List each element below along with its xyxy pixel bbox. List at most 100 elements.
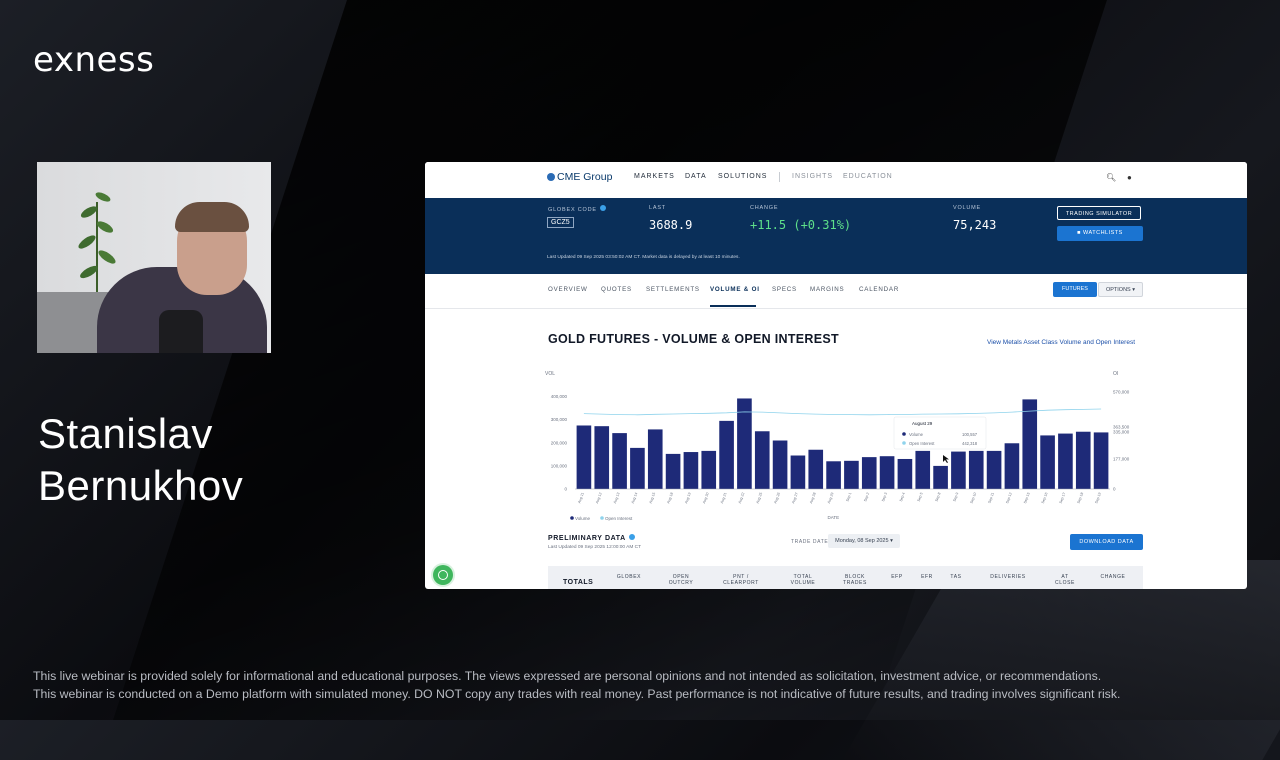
x-tick-label: Sep 10 bbox=[970, 492, 978, 504]
tab-margins[interactable]: MARGINS bbox=[810, 286, 844, 293]
x-tick-label: Sep 8 bbox=[935, 492, 942, 502]
chevron-down-icon: ▾ bbox=[1130, 287, 1136, 293]
microphone-icon bbox=[159, 310, 203, 353]
nav-data[interactable]: DATA bbox=[685, 173, 707, 180]
right-tick-label: 335,000 bbox=[1113, 429, 1130, 434]
tab-quotes[interactable]: QUOTES bbox=[601, 286, 632, 293]
quote-banner: GLOBEX CODE GCZ5 LAST 3688.9 CHANGE +11.… bbox=[425, 198, 1247, 274]
x-tick-label: Sep 1 bbox=[845, 492, 852, 502]
x-axis-title: DATE bbox=[828, 515, 840, 520]
metals-volume-link[interactable]: View Metals Asset Class Volume and Open … bbox=[987, 339, 1135, 346]
volume-bar bbox=[951, 451, 966, 489]
volume-bar bbox=[986, 450, 1002, 489]
volume-label: VOLUME bbox=[953, 205, 982, 211]
volume-bar bbox=[647, 429, 663, 489]
volume-bar bbox=[1040, 435, 1055, 489]
x-tick-label: Sep 16 bbox=[1041, 492, 1049, 504]
volume-bar bbox=[879, 456, 895, 489]
x-tick-label: Aug 19 bbox=[684, 492, 692, 504]
presenter-webcam bbox=[37, 162, 271, 353]
volume-bar bbox=[1022, 399, 1038, 489]
legend-volume-label: Volume bbox=[575, 516, 591, 521]
tab-calendar[interactable]: CALENDAR bbox=[859, 286, 899, 293]
watchlists-button[interactable]: ■ WATCHLISTS bbox=[1057, 226, 1143, 241]
tab-settlements[interactable]: SETTLEMENTS bbox=[646, 286, 700, 293]
col-tas[interactable]: TAS bbox=[949, 574, 963, 580]
change-label: CHANGE bbox=[750, 205, 779, 211]
totals-header: TOTALS GLOBEX OPEN OUTCRY PNT / CLEARPOR… bbox=[548, 566, 1143, 589]
volume-bar bbox=[790, 455, 806, 489]
volume-bar bbox=[808, 449, 824, 489]
col-at-close[interactable]: AT CLOSE bbox=[1052, 574, 1078, 586]
cme-brand-text: CME Group bbox=[557, 171, 613, 183]
volume-bar bbox=[915, 450, 931, 489]
nav-separator bbox=[779, 172, 780, 182]
cme-logo[interactable]: CME Group bbox=[547, 171, 612, 183]
nav-insights[interactable]: INSIGHTS bbox=[792, 173, 833, 180]
volume-bar bbox=[594, 426, 610, 489]
volume-bar bbox=[844, 460, 859, 489]
trading-simulator-button[interactable]: TRADING SIMULATOR bbox=[1057, 206, 1141, 220]
preliminary-data-title: PRELIMINARY DATA bbox=[548, 534, 635, 542]
tooltip-oi-value: 442,318 bbox=[962, 441, 978, 446]
col-efp[interactable]: EFP bbox=[890, 574, 904, 580]
tooltip-volume-dot bbox=[902, 432, 906, 436]
left-axis-title: VOL bbox=[545, 371, 555, 377]
x-tick-label: Aug 12 bbox=[595, 492, 603, 504]
volume-bar bbox=[772, 440, 788, 489]
nav-education[interactable]: EDUCATION bbox=[843, 173, 893, 180]
product-tabs: OVERVIEW QUOTES SETTLEMENTS VOLUME & OI … bbox=[425, 274, 1247, 309]
x-tick-label: Sep 11 bbox=[987, 492, 995, 504]
x-tick-label: Sep 4 bbox=[899, 492, 906, 502]
tooltip-volume-label: Volume bbox=[909, 432, 924, 437]
info-icon[interactable] bbox=[628, 534, 635, 540]
volume-bar bbox=[1075, 431, 1091, 489]
col-deliveries[interactable]: DELIVERIES bbox=[988, 574, 1028, 580]
section-title: GOLD FUTURES - VOLUME & OPEN INTEREST bbox=[548, 332, 839, 346]
download-data-button[interactable]: DOWNLOAD DATA bbox=[1070, 534, 1143, 550]
col-pnt-clearport[interactable]: PNT / CLEARPORT bbox=[718, 574, 764, 586]
col-open-outcry[interactable]: OPEN OUTCRY bbox=[666, 574, 696, 586]
legend-oi-label: Open Interest bbox=[605, 516, 633, 521]
plant-icon bbox=[78, 192, 116, 302]
change-value: +11.5 (+0.31%) bbox=[750, 218, 852, 232]
col-globex[interactable]: GLOBEX bbox=[614, 574, 644, 580]
presenter-last-name: Bernukhov bbox=[38, 462, 244, 509]
right-tick-label: 363,500 bbox=[1113, 425, 1130, 430]
tab-overview[interactable]: OVERVIEW bbox=[548, 286, 588, 293]
right-tick-label: 570,000 bbox=[1113, 390, 1130, 395]
options-button[interactable]: OPTIONS ▾ bbox=[1098, 282, 1143, 297]
nav-solutions[interactable]: SOLUTIONS bbox=[718, 173, 767, 180]
col-efr[interactable]: EFR bbox=[920, 574, 934, 580]
col-block-trades[interactable]: BLOCK TRADES bbox=[840, 574, 870, 586]
legend-volume-dot bbox=[570, 516, 574, 520]
x-tick-label: Aug 25 bbox=[756, 492, 764, 504]
col-change[interactable]: CHANGE bbox=[1098, 574, 1128, 580]
x-tick-label: Sep 15 bbox=[1023, 492, 1031, 504]
volume-bar bbox=[1004, 443, 1020, 489]
active-tab-underline bbox=[710, 305, 756, 307]
trade-date-select[interactable]: Monday, 08 Sep 2025 ▾ bbox=[828, 534, 900, 548]
volume-bar bbox=[826, 461, 841, 489]
tab-volume-oi[interactable]: VOLUME & OI bbox=[710, 286, 760, 293]
trade-date-label: TRADE DATE bbox=[791, 539, 829, 545]
right-axis-title: OI bbox=[1113, 371, 1118, 377]
nav-markets[interactable]: MARKETS bbox=[634, 173, 675, 180]
volume-bar bbox=[1093, 432, 1109, 489]
search-icon[interactable]: 🔍︎ bbox=[1106, 173, 1116, 182]
chat-button[interactable] bbox=[433, 565, 453, 585]
x-tick-label: Sep 2 bbox=[863, 492, 870, 502]
left-tick-label: 200,000 bbox=[551, 440, 568, 445]
volume-bar bbox=[612, 433, 627, 489]
disclaimer: This live webinar is provided solely for… bbox=[33, 667, 1263, 703]
futures-button[interactable]: FUTURES bbox=[1053, 282, 1097, 297]
x-tick-label: Aug 18 bbox=[666, 492, 674, 504]
x-tick-label: Sep 17 bbox=[1059, 492, 1067, 504]
info-icon[interactable] bbox=[599, 205, 606, 211]
user-icon[interactable]: ● bbox=[1127, 173, 1132, 182]
x-tick-label: Sep 12 bbox=[1005, 492, 1013, 504]
volume-bar bbox=[719, 420, 734, 489]
tab-specs[interactable]: SPECS bbox=[772, 286, 797, 293]
mouse-cursor-icon bbox=[943, 455, 949, 463]
col-total-volume[interactable]: TOTAL VOLUME bbox=[786, 574, 820, 586]
